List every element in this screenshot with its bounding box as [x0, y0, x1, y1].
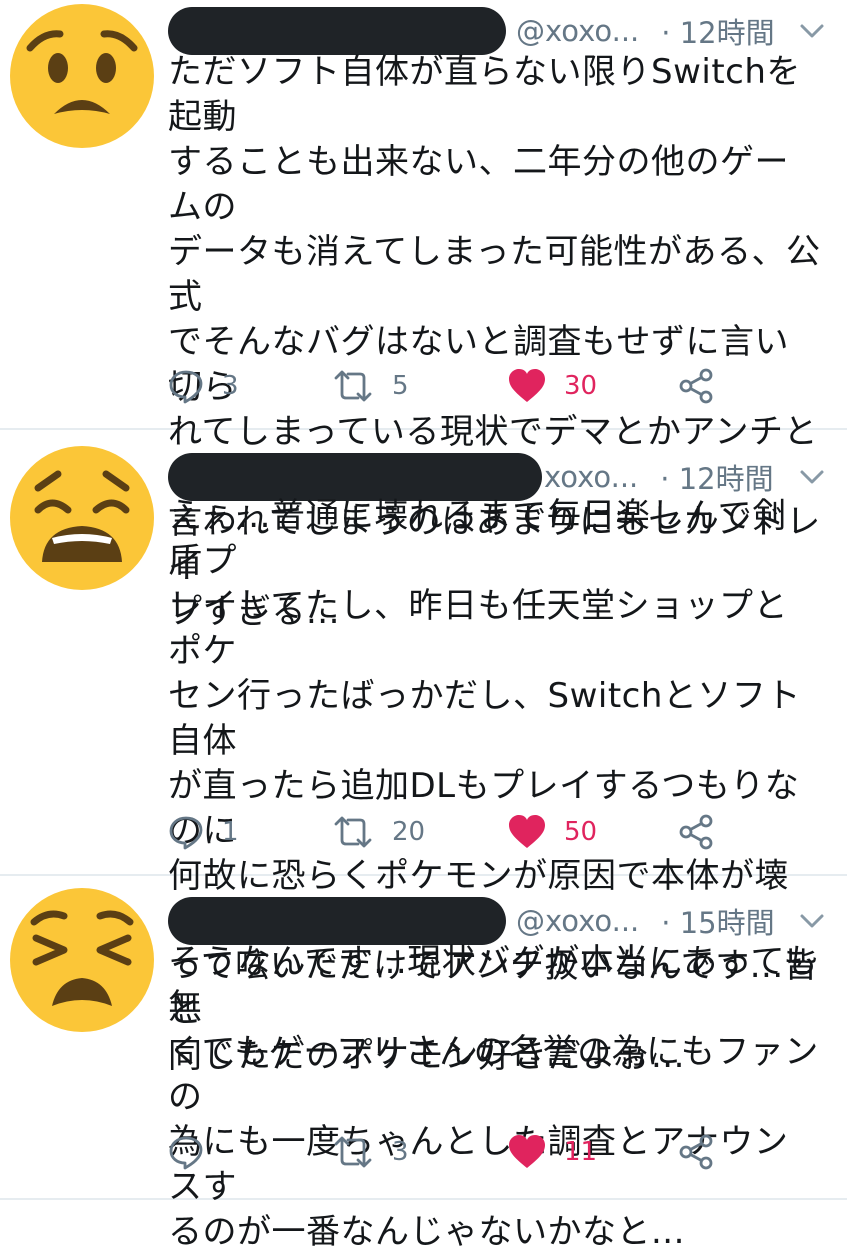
reply-icon: [169, 816, 203, 850]
heart-filled-icon: [509, 369, 545, 402]
reply-button[interactable]: [168, 1132, 222, 1172]
tweet-actions: 3 11: [168, 1132, 827, 1172]
retweet-button[interactable]: 20: [332, 812, 425, 852]
share-icon: [679, 814, 713, 850]
timestamp[interactable]: · 12時間: [661, 10, 774, 52]
like-count: 30: [564, 371, 598, 401]
share-icon: [679, 368, 713, 404]
user-handle[interactable]: xoxo...: [544, 460, 638, 494]
worried-face-emoji-icon: [10, 4, 154, 148]
timestamp[interactable]: · 12時間: [660, 456, 773, 498]
retweet-count: 5: [392, 371, 409, 401]
tweet-text: そうなんです...現状バグが本当にあっても無 くてもゲーフリさんの名誉の為にもフ…: [168, 942, 819, 1252]
share-button[interactable]: [678, 812, 714, 852]
timestamp-text: 12時間: [678, 462, 774, 496]
tweet: xoxo... · 12時間 えぇ...普通に壊れるまで毎日楽しんで剣盾プ レイ…: [0, 430, 847, 1076]
like-button[interactable]: 11: [508, 1132, 597, 1172]
share-button[interactable]: [678, 366, 714, 406]
retweet-icon: [334, 816, 372, 848]
user-handle[interactable]: @xoxo...: [516, 904, 639, 938]
reply-count: 1: [222, 817, 239, 847]
weary-face-emoji-icon: [10, 446, 154, 590]
tweet: @xoxo... · 15時間 そうなんです...現状バグが本当にあっても無 く…: [0, 876, 847, 1252]
heart-filled-icon: [509, 1135, 545, 1168]
tweet-header: @xoxo... · 15時間: [168, 897, 833, 945]
reply-icon: [169, 1136, 203, 1170]
timestamp-text: 15時間: [679, 906, 775, 940]
tweet-actions: 1 20 50: [168, 812, 827, 852]
tweet-header: @xoxo... · 12時間: [168, 7, 833, 55]
persevering-face-emoji-icon: [10, 888, 154, 1032]
share-button[interactable]: [678, 1132, 714, 1172]
reply-button[interactable]: 1: [168, 812, 239, 852]
retweet-icon: [334, 370, 372, 402]
like-count: 50: [564, 817, 598, 847]
chevron-down-icon[interactable]: [799, 912, 825, 930]
heart-filled-icon: [509, 815, 545, 848]
reply-count: 3: [222, 371, 239, 401]
user-handle[interactable]: @xoxo...: [516, 14, 639, 48]
retweet-count: 20: [392, 817, 426, 847]
retweet-count: 3: [392, 1137, 409, 1167]
retweet-button[interactable]: 5: [332, 366, 409, 406]
reply-icon: [169, 370, 203, 404]
redacted-display-name: [168, 897, 506, 945]
like-count: 11: [564, 1137, 598, 1167]
tweet-actions: 3 5 30: [168, 366, 827, 406]
tweet: @xoxo... · 12時間 ただソフト自体が直らない限りSwitchを起動 …: [0, 0, 847, 632]
avatar[interactable]: [8, 2, 156, 150]
timestamp-text: 12時間: [679, 16, 775, 50]
share-icon: [679, 1134, 713, 1170]
retweet-button[interactable]: 3: [332, 1132, 409, 1172]
avatar[interactable]: [8, 886, 156, 1034]
chevron-down-icon[interactable]: [799, 468, 825, 486]
redacted-display-name: [168, 7, 506, 55]
timestamp[interactable]: · 15時間: [661, 900, 774, 942]
chevron-down-icon[interactable]: [799, 22, 825, 40]
like-button[interactable]: 50: [508, 812, 597, 852]
retweet-icon: [334, 1136, 372, 1168]
avatar[interactable]: [8, 444, 156, 592]
reply-button[interactable]: 3: [168, 366, 239, 406]
like-button[interactable]: 30: [508, 366, 597, 406]
